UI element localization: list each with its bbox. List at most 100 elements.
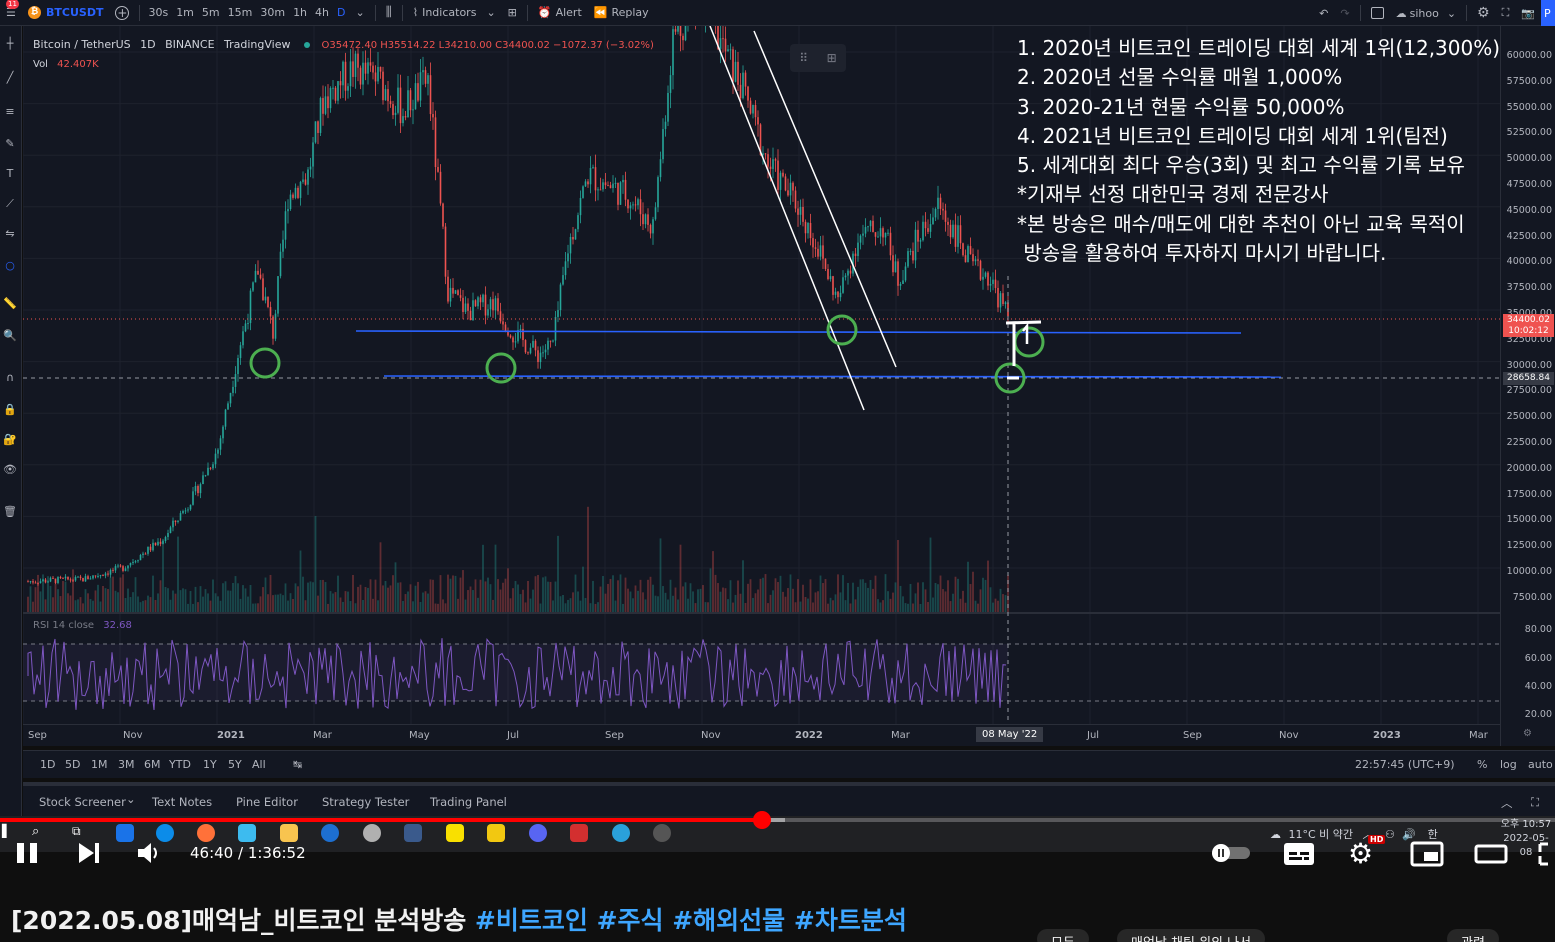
filter-chip[interactable]: 모두: [1037, 929, 1089, 942]
settings-button[interactable]: ⚙: [1471, 0, 1496, 26]
fullscreen-button[interactable]: ⛶: [1496, 0, 1516, 26]
menu-button[interactable]: ☰ 11: [0, 0, 22, 26]
candle-body: [332, 87, 334, 89]
chart-pane[interactable]: Bitcoin / TetherUS 1D BINANCE TradingVie…: [23, 26, 1555, 746]
tab-text-notes[interactable]: Text Notes: [152, 795, 212, 809]
interval-15m[interactable]: 15m: [224, 0, 257, 26]
interval-1m[interactable]: 1m: [172, 0, 198, 26]
candle-body: [367, 62, 369, 74]
next-video-icon[interactable]: [76, 840, 102, 866]
axis-settings-icon[interactable]: ⚙: [1523, 728, 1532, 739]
ruler-tool-icon[interactable]: 📏: [2, 296, 18, 312]
range-5D[interactable]: 5D: [65, 758, 80, 771]
lock-drawing-icon[interactable]: 🔒: [2, 402, 18, 418]
candle-body: [972, 254, 974, 262]
video-progress-bar[interactable]: [0, 811, 1555, 829]
candle-body: [284, 211, 287, 240]
volume-bar: [144, 600, 147, 612]
filter-chip[interactable]: 관련: [1447, 929, 1499, 942]
indicators-button[interactable]: ⌇ Indicators ⌄: [407, 0, 502, 26]
played-bar: [0, 818, 762, 822]
autoplay-toggle[interactable]: [1208, 843, 1254, 863]
trash-icon[interactable]: 🗑: [2, 504, 18, 520]
magnet-tool-icon[interactable]: ∩: [2, 370, 18, 386]
range-1Y[interactable]: 1Y: [203, 758, 217, 771]
volume-bar: [782, 591, 784, 612]
range-All[interactable]: All: [252, 758, 266, 771]
text-tool-icon[interactable]: T: [2, 166, 18, 182]
theater-mode-icon[interactable]: [1474, 840, 1508, 868]
scrubber-handle[interactable]: [752, 811, 771, 829]
subtitles-icon[interactable]: [1282, 840, 1316, 868]
tab-stock-screener[interactable]: Stock Screener: [39, 795, 126, 809]
object-tree-widget[interactable]: ⠿ ⊞: [790, 44, 846, 72]
candle-body: [464, 303, 467, 312]
compare-add-button[interactable]: +: [109, 0, 135, 26]
range-5Y[interactable]: 5Y: [228, 758, 242, 771]
goto-date-icon[interactable]: ↹: [293, 758, 302, 771]
snapshot-button[interactable]: 📷: [1515, 0, 1541, 26]
shapes-tool-icon[interactable]: ○: [2, 258, 18, 274]
price-axis[interactable]: 60000.00 57500.00 55000.00 52500.00 50000.00…: [1500, 26, 1555, 746]
volume-bar: [542, 577, 544, 612]
volume-bar: [322, 579, 324, 612]
range-1D[interactable]: 1D: [40, 758, 55, 771]
volume-bar: [234, 576, 237, 612]
chevron-down-icon[interactable]: ⌄: [126, 792, 136, 806]
interval-30s[interactable]: 30s: [144, 0, 172, 26]
publish-button[interactable]: P: [1541, 0, 1555, 26]
volume-bar: [407, 591, 409, 612]
tab-trading-panel[interactable]: Trading Panel: [430, 795, 507, 809]
symbol-search-button[interactable]: ₿ BTCUSDT: [22, 0, 109, 26]
layout-name-button[interactable]: ☁ sihoo ⌄: [1390, 0, 1462, 26]
legend-symbol-title[interactable]: Bitcoin / TetherUS: [33, 38, 131, 51]
auto-scale-toggle[interactable]: auto: [1528, 758, 1553, 771]
trend-line-tool-icon[interactable]: ╱: [2, 70, 18, 86]
hide-drawings-icon[interactable]: 👁: [2, 462, 18, 478]
tab-pine-editor[interactable]: Pine Editor: [236, 795, 298, 809]
range-3M[interactable]: 3M: [118, 758, 135, 771]
zoom-tool-icon[interactable]: 🔍: [2, 328, 18, 344]
time-axis[interactable]: Sep Nov 2021 Mar May Jul Sep Nov 2022 Mar Jul Sep No…: [23, 724, 1532, 746]
settings-button[interactable]: ⚙ HD: [1348, 835, 1386, 873]
undo-button[interactable]: ↶: [1313, 0, 1334, 26]
collapse-panel-icon[interactable]: ︿: [1501, 795, 1513, 811]
filter-chip[interactable]: 매억남 채팅 위의 나서: [1117, 929, 1266, 942]
tab-strategy-tester[interactable]: Strategy Tester: [322, 795, 409, 809]
candle-body: [132, 561, 134, 564]
fullscreen-icon[interactable]: [1536, 840, 1555, 868]
log-scale-toggle[interactable]: log: [1500, 758, 1517, 771]
pattern-tool-icon[interactable]: ⟋: [2, 196, 18, 212]
layout-select-button[interactable]: [1365, 0, 1390, 26]
pause-icon[interactable]: [14, 840, 40, 866]
candle-body: [962, 243, 964, 256]
brush-tool-icon[interactable]: ✎: [2, 136, 18, 152]
interval-D[interactable]: D: [333, 0, 349, 26]
templates-button[interactable]: ⊞: [502, 0, 523, 26]
range-YTD[interactable]: YTD: [169, 758, 191, 771]
alert-button[interactable]: ⏰ Alert: [532, 0, 588, 26]
interval-dropdown[interactable]: ⌄: [350, 0, 371, 26]
prediction-tool-icon[interactable]: ⇋: [2, 226, 18, 242]
interval-30m[interactable]: 30m: [256, 0, 289, 26]
lock-all-icon[interactable]: 🔐: [2, 432, 18, 448]
candle-body: [214, 453, 217, 465]
redo-button[interactable]: ↷: [1334, 0, 1355, 26]
range-6M[interactable]: 6M: [144, 758, 161, 771]
chart-clock[interactable]: 22:57:45 (UTC+9): [1355, 758, 1455, 771]
range-1M[interactable]: 1M: [91, 758, 108, 771]
video-hashtags[interactable]: #비트코인 #주식 #해외선물 #차트분석: [475, 906, 907, 935]
miniplayer-icon[interactable]: [1410, 840, 1444, 868]
chart-type-button[interactable]: ⫼: [380, 0, 398, 26]
interval-1h[interactable]: 1h: [289, 0, 311, 26]
maximize-panel-icon[interactable]: ⛶: [1531, 795, 1539, 810]
candle-body: [74, 576, 77, 581]
percent-scale-toggle[interactable]: %: [1477, 758, 1487, 771]
replay-button[interactable]: ⏪ Replay: [588, 0, 655, 26]
crosshair-tool-icon[interactable]: ┼: [2, 36, 18, 52]
fib-tool-icon[interactable]: ≡: [2, 104, 18, 120]
interval-4h[interactable]: 4h: [311, 0, 333, 26]
volume-icon[interactable]: [136, 840, 162, 866]
volume-bar: [617, 580, 619, 612]
interval-5m[interactable]: 5m: [198, 0, 224, 26]
